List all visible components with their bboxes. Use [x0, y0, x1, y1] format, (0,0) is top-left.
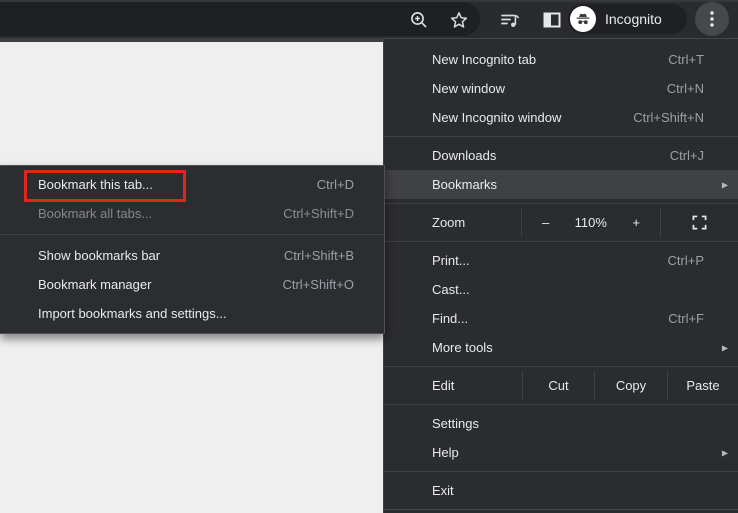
paste-button[interactable]: Paste	[667, 371, 738, 400]
menu-item-find[interactable]: Find... Ctrl+F	[384, 304, 738, 333]
zoom-in-button[interactable]: +	[632, 215, 640, 230]
media-controls-icon[interactable]	[499, 9, 521, 31]
zoom-level-value: 110%	[574, 215, 607, 230]
menu-separator	[0, 234, 384, 235]
submenu-item-show-bookmarks-bar[interactable]: Show bookmarks bar Ctrl+Shift+B	[0, 241, 384, 270]
menu-item-label: Settings	[432, 416, 479, 431]
menu-item-label: New Incognito tab	[432, 52, 537, 67]
zoom-out-button[interactable]: –	[542, 215, 549, 230]
incognito-badge: Incognito	[568, 4, 687, 34]
menu-separator	[384, 471, 738, 472]
menu-item-new-window[interactable]: New window Ctrl+N	[384, 74, 738, 103]
menu-item-label: Exit	[432, 483, 454, 498]
menu-separator	[384, 136, 738, 137]
menu-item-shortcut: Ctrl+T	[668, 52, 704, 67]
menu-item-shortcut: Ctrl+N	[666, 81, 704, 96]
menu-item-cast[interactable]: Cast...	[384, 275, 738, 304]
menu-item-shortcut: Ctrl+D	[316, 177, 354, 192]
media-controls-icon	[501, 14, 520, 27]
browser-toolbar: Incognito	[0, 0, 738, 38]
submenu-item-bookmark-all-tabs: Bookmark all tabs... Ctrl+Shift+D	[0, 199, 384, 228]
menu-item-help[interactable]: Help ▶	[384, 438, 738, 467]
bookmark-star-icon[interactable]	[448, 9, 470, 31]
menu-item-more-tools[interactable]: More tools ▶	[384, 333, 738, 362]
cut-label: Cut	[548, 378, 569, 393]
menu-item-label: Show bookmarks bar	[38, 248, 161, 263]
menu-item-label: Downloads	[432, 148, 497, 163]
menu-separator	[384, 366, 738, 367]
zoom-in-icon	[411, 12, 427, 28]
menu-item-label: More tools	[432, 340, 493, 355]
menu-item-label: New window	[432, 81, 505, 96]
edit-label: Edit	[432, 378, 455, 393]
menu-item-label: Find...	[432, 311, 469, 326]
copy-label: Copy	[615, 378, 647, 393]
submenu-arrow-icon: ▶	[721, 180, 728, 189]
zoom-label: Zoom	[432, 215, 466, 230]
menu-separator	[384, 203, 738, 204]
menu-bottom-edge	[384, 509, 738, 510]
menu-item-shortcut: Ctrl+Shift+D	[283, 206, 354, 221]
incognito-label: Incognito	[605, 11, 662, 27]
submenu-arrow-icon: ▶	[721, 343, 728, 352]
menu-item-print[interactable]: Print... Ctrl+P	[384, 246, 738, 275]
menu-item-label: Help	[432, 445, 459, 460]
zoom-controls: – 110% +	[521, 208, 661, 237]
cut-button[interactable]: Cut	[522, 371, 594, 400]
menu-item-zoom: Zoom – 110% +	[384, 208, 738, 237]
menu-item-label: Bookmark all tabs...	[38, 206, 153, 221]
menu-item-label: New Incognito window	[432, 110, 562, 125]
browser-main-menu: New Incognito tab Ctrl+T New window Ctrl…	[383, 38, 738, 513]
menu-item-label: Print...	[432, 253, 470, 268]
incognito-icon	[576, 13, 590, 25]
zoom-in-icon[interactable]	[408, 9, 430, 31]
submenu-item-bookmark-manager[interactable]: Bookmark manager Ctrl+Shift+O	[0, 270, 384, 299]
star-icon	[450, 12, 468, 28]
submenu-item-import-bookmarks[interactable]: Import bookmarks and settings...	[0, 299, 384, 328]
menu-item-label: Import bookmarks and settings...	[38, 306, 227, 321]
menu-item-downloads[interactable]: Downloads Ctrl+J	[384, 141, 738, 170]
menu-item-settings[interactable]: Settings	[384, 409, 738, 438]
menu-item-bookmarks[interactable]: Bookmarks ▶	[384, 170, 738, 199]
menu-item-shortcut: Ctrl+Shift+N	[633, 110, 704, 125]
browser-window: Incognito New Incognito tab Ctrl+T New w…	[0, 0, 738, 513]
menu-separator	[384, 241, 738, 242]
menu-item-new-incognito-tab[interactable]: New Incognito tab Ctrl+T	[384, 45, 738, 74]
menu-item-shortcut: Ctrl+Shift+B	[283, 248, 354, 263]
menu-item-exit[interactable]: Exit	[384, 476, 738, 505]
kebab-menu-icon	[710, 11, 714, 27]
submenu-arrow-icon: ▶	[721, 448, 728, 457]
red-highlight-annotation	[24, 170, 186, 202]
menu-item-shortcut: Ctrl+F	[668, 311, 704, 326]
menu-item-shortcut: Ctrl+P	[667, 253, 704, 268]
incognito-avatar	[570, 6, 596, 32]
menu-item-label: Bookmarks	[432, 177, 498, 192]
menu-item-new-incognito-window[interactable]: New Incognito window Ctrl+Shift+N	[384, 103, 738, 132]
fullscreen-button[interactable]	[661, 208, 738, 237]
menu-separator	[384, 404, 738, 405]
paste-label: Paste	[686, 378, 720, 393]
menu-item-label: Bookmark manager	[38, 277, 152, 292]
menu-item-edit: Edit Cut Copy Paste	[384, 371, 738, 400]
side-panel-icon	[543, 12, 561, 28]
side-panel-icon[interactable]	[541, 9, 563, 31]
menu-item-label: Cast...	[432, 282, 470, 297]
browser-menu-button[interactable]	[695, 2, 729, 36]
menu-item-shortcut: Ctrl+J	[669, 148, 704, 163]
menu-item-shortcut: Ctrl+Shift+O	[282, 277, 354, 292]
fullscreen-icon	[692, 215, 707, 230]
copy-button[interactable]: Copy	[594, 371, 667, 400]
bookmarks-submenu: Bookmark this tab... Ctrl+D Bookmark all…	[0, 165, 385, 334]
